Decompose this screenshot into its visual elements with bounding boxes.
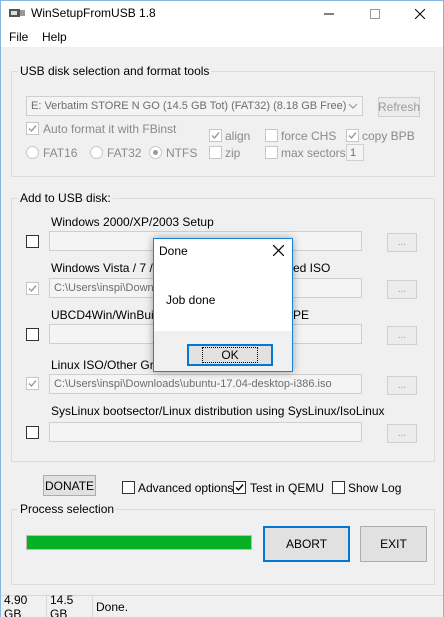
fat32-radio[interactable] [90, 146, 103, 159]
donate-button[interactable]: DONATE [43, 475, 96, 496]
zip-label: zip [225, 146, 241, 160]
max-sectors-checkbox[interactable] [265, 146, 278, 159]
row-ubcd-label-tail: PE [293, 308, 310, 322]
row-syslinux-path[interactable] [49, 422, 362, 442]
status-free-space: 4.90 GB [1, 593, 47, 617]
row-ubcd-checkbox[interactable] [26, 328, 39, 341]
close-button[interactable] [397, 1, 443, 27]
row-windows-xp-label: Windows 2000/XP/2003 Setup [51, 215, 214, 229]
usb-drive-icon [9, 9, 25, 17]
align-label: align [225, 129, 251, 143]
checkmark-icon [28, 380, 37, 388]
max-sectors-input[interactable]: 1 [346, 144, 364, 161]
row-windows-xp-browse-button[interactable]: ... [387, 233, 417, 252]
add-group-title: Add to USB disk: [18, 191, 113, 205]
status-total-size: 14.5 GB [47, 593, 93, 617]
abort-button[interactable]: ABORT [263, 526, 350, 562]
auto-format-label: Auto format it with FBinst [43, 122, 177, 136]
row-windows-vista-label-tail: ed ISO [293, 261, 331, 275]
minimize-icon [324, 13, 334, 15]
fat16-label: FAT16 [43, 146, 78, 160]
advanced-options-label: Advanced options [138, 481, 234, 495]
checkmark-icon [348, 132, 357, 140]
chevron-down-icon [348, 103, 358, 109]
checkmark-icon [28, 285, 37, 293]
close-icon [272, 244, 284, 256]
max-sectors-label: max sectors [281, 146, 346, 160]
progress-fill [27, 536, 251, 549]
minimize-button[interactable] [306, 1, 352, 27]
main-window: WinSetupFromUSB 1.8 File Help USB disk s… [0, 0, 444, 617]
row-ubcd-label: UBCD4Win/WinBuild [51, 308, 164, 322]
show-log-label: Show Log [348, 481, 402, 495]
row-windows-vista-label: Windows Vista / 7 / 8 [51, 261, 163, 275]
align-checkbox[interactable] [209, 129, 222, 142]
checkmark-icon [235, 484, 244, 492]
fat32-label: FAT32 [107, 146, 142, 160]
dialog-message: Job done [166, 293, 216, 307]
exit-button[interactable]: EXIT [360, 526, 427, 562]
ok-button[interactable]: OK [187, 344, 273, 366]
radio-dot [153, 150, 158, 155]
test-in-qemu-label: Test in QEMU [250, 481, 325, 495]
ntfs-radio[interactable] [149, 146, 162, 159]
usb-disk-select[interactable]: E: Verbatim STORE N GO (14.5 GB Tot) (FA… [26, 96, 363, 116]
maximize-button[interactable] [352, 1, 398, 27]
copy-bpb-checkbox[interactable] [346, 129, 359, 142]
usb-disk-value: E: Verbatim STORE N GO (14.5 GB Tot) (FA… [31, 100, 347, 112]
process-group-title: Process selection [18, 502, 117, 516]
row-windows-vista-checkbox[interactable] [26, 282, 39, 295]
menu-bar: File Help [1, 27, 443, 47]
zip-checkbox[interactable] [209, 146, 222, 159]
dialog-close-button[interactable] [270, 242, 286, 258]
force-chs-label: force CHS [281, 129, 337, 143]
row-syslinux-label: SysLinux bootsector/Linux distribution u… [51, 404, 385, 418]
row-linux-iso-checkbox[interactable] [26, 377, 39, 390]
row-linux-iso-browse-button[interactable]: ... [387, 376, 417, 395]
dialog-title: Done [159, 244, 188, 258]
row-windows-xp-checkbox[interactable] [26, 235, 39, 248]
dialog-footer: OK [154, 331, 292, 371]
checkmark-icon [28, 125, 37, 133]
usb-group-title: USB disk selection and format tools [18, 64, 212, 78]
fat16-radio[interactable] [26, 146, 39, 159]
show-log-checkbox[interactable] [332, 481, 345, 494]
progress-bar [26, 535, 252, 550]
maximize-icon [370, 9, 380, 19]
close-icon [415, 9, 425, 19]
checkmark-icon [211, 132, 220, 140]
menu-help[interactable]: Help [42, 30, 67, 44]
status-bar: 4.90 GB 14.5 GB Done. [1, 593, 443, 617]
ok-button-label: OK [202, 347, 258, 363]
menu-file[interactable]: File [9, 30, 28, 44]
status-message: Done. [96, 599, 129, 614]
advanced-options-checkbox[interactable] [122, 481, 135, 494]
test-in-qemu-checkbox[interactable] [233, 481, 246, 494]
copy-bpb-label: copy BPB [362, 129, 415, 143]
auto-format-checkbox[interactable] [26, 122, 39, 135]
row-windows-vista-browse-button[interactable]: ... [387, 280, 417, 299]
row-linux-iso-label: Linux ISO/Other Grub [51, 358, 168, 372]
row-ubcd-browse-button[interactable]: ... [387, 326, 417, 345]
window-title: WinSetupFromUSB 1.8 [31, 6, 156, 20]
row-syslinux-checkbox[interactable] [26, 426, 39, 439]
force-chs-checkbox[interactable] [265, 129, 278, 142]
title-bar[interactable]: WinSetupFromUSB 1.8 [1, 1, 443, 27]
row-linux-iso-path[interactable]: C:\Users\inspi\Downloads\ubuntu-17.04-de… [49, 374, 362, 394]
row-syslinux-browse-button[interactable]: ... [387, 424, 417, 443]
ntfs-label: NTFS [166, 146, 198, 160]
done-dialog: Done Job done OK [153, 238, 293, 372]
refresh-button[interactable]: Refresh [378, 97, 420, 117]
